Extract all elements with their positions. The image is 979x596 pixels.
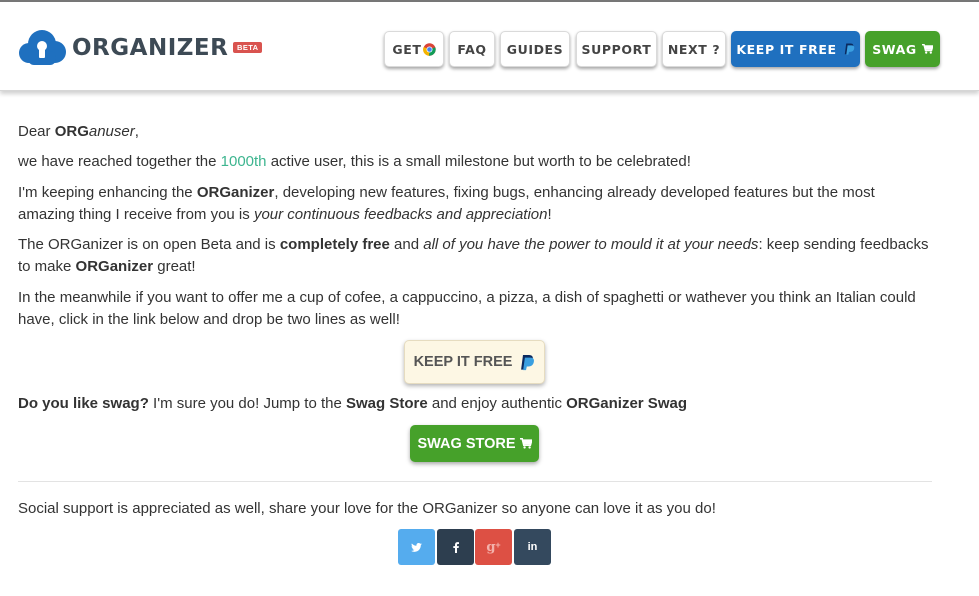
google-plus-icon: g <box>486 539 496 555</box>
cloud-keyhole-icon <box>19 30 66 65</box>
paypal-icon <box>521 354 535 370</box>
linkedin-icon: in <box>527 541 538 553</box>
swag-store-label: SWAG STORE <box>417 435 516 452</box>
nav-label: KEEP IT FREE <box>736 41 837 57</box>
google-plus-share-button[interactable]: g + <box>475 529 512 565</box>
twitter-share-button[interactable] <box>398 529 435 565</box>
nav-label: NEXT ? <box>667 41 721 57</box>
social-paragraph: Social support is appreciated as well, s… <box>18 500 716 517</box>
cart-icon <box>921 44 933 54</box>
beta-badge: BETA <box>233 42 263 53</box>
logo[interactable]: ORGANIZER <box>18 29 228 67</box>
nav-label: SUPPORT <box>581 41 652 57</box>
nav-get-chrome[interactable]: GET <box>384 31 444 67</box>
nav-label: GUIDES <box>506 41 564 57</box>
logo-text: ORGANIZER <box>72 35 229 61</box>
nav-swag[interactable]: SWAG <box>865 31 940 67</box>
nav-support[interactable]: SUPPORT <box>576 31 657 67</box>
facebook-icon <box>452 541 459 553</box>
nav-faq[interactable]: FAQ <box>449 31 495 67</box>
milestone-paragraph: we have reached together the 1000th acti… <box>18 153 691 170</box>
chrome-icon <box>422 42 436 56</box>
user-count-highlight: 1000th <box>220 153 267 170</box>
paypal-icon <box>844 43 854 55</box>
cart-icon <box>519 438 532 449</box>
keep-it-free-button[interactable]: KEEP IT FREE <box>404 340 545 384</box>
donation-paragraph: In the meanwhile if you want to offer me… <box>18 289 916 328</box>
keep-it-free-label: KEEP IT FREE <box>413 354 513 370</box>
letter-body: Dear ORGanuser, we have reached together… <box>18 121 933 331</box>
nav-guides[interactable]: GUIDES <box>500 31 570 67</box>
linkedin-share-button[interactable]: in <box>514 529 551 565</box>
swag-paragraph: Do you like swag? I'm sure you do! Jump … <box>18 395 687 412</box>
beta-paragraph: The ORGanizer is on open Beta and is com… <box>18 236 929 275</box>
nav-label: GET <box>392 41 422 57</box>
divider <box>18 481 932 482</box>
nav-label: FAQ <box>457 41 487 57</box>
nav-next[interactable]: NEXT ? <box>662 31 726 67</box>
nav-keep-it-free[interactable]: KEEP IT FREE <box>731 31 860 67</box>
twitter-icon <box>411 542 422 552</box>
header-bar: ORGANIZER BETA GET FAQ GUIDES SUPPORT NE… <box>0 2 979 91</box>
nav-label: SWAG <box>872 41 917 57</box>
swag-store-button[interactable]: SWAG STORE <box>410 425 539 462</box>
enhancing-paragraph: I'm keeping enhancing the ORGanizer, dev… <box>18 184 875 223</box>
greeting: Dear ORGanuser, <box>18 123 139 140</box>
facebook-share-button[interactable] <box>437 529 474 565</box>
